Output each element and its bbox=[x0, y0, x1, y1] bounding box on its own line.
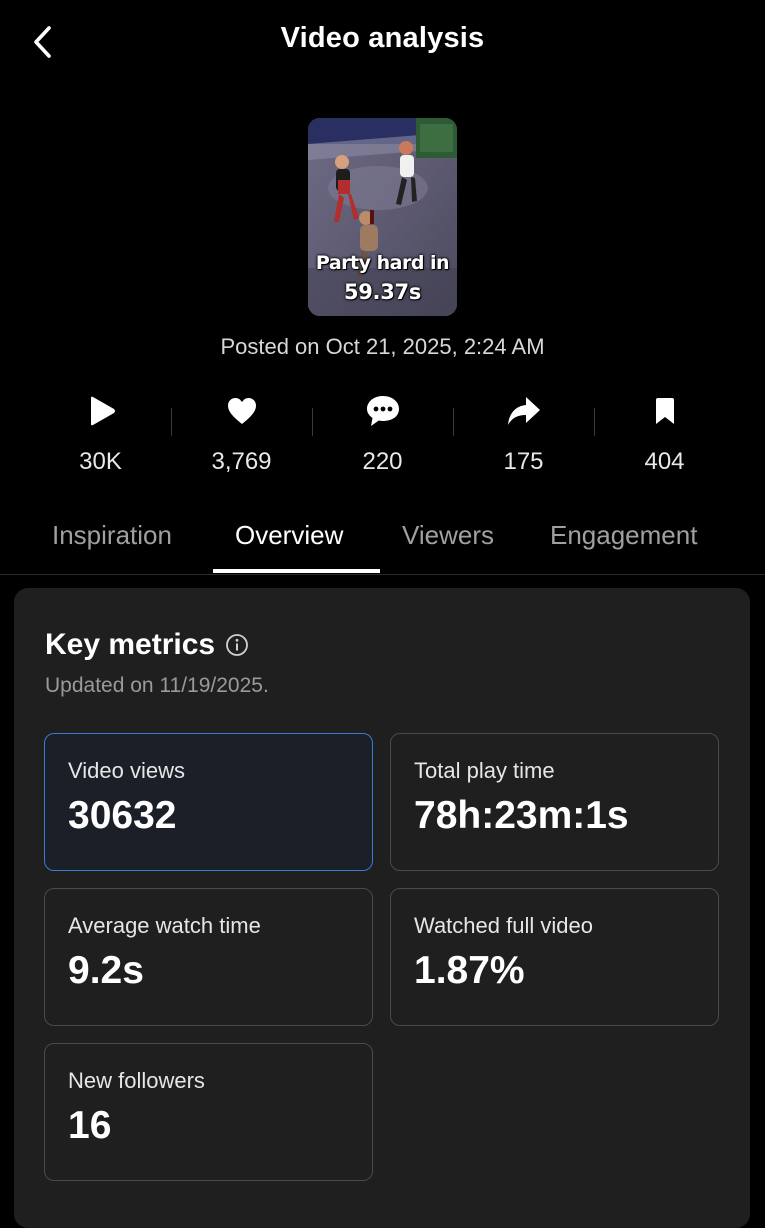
stat-value: 220 bbox=[362, 448, 403, 475]
tab-inspiration[interactable]: Inspiration bbox=[52, 520, 172, 551]
metric-video-views[interactable]: Video views 30632 bbox=[44, 733, 373, 871]
tab-engagement[interactable]: Engagement bbox=[550, 520, 697, 551]
stat-value: 175 bbox=[503, 448, 544, 475]
metric-watched-full-video[interactable]: Watched full video 1.87% bbox=[390, 888, 719, 1026]
metric-label: New followers bbox=[68, 1068, 205, 1093]
tab-overview[interactable]: Overview bbox=[235, 520, 343, 551]
stat-shares: 175 bbox=[453, 390, 594, 480]
stat-value: 30K bbox=[79, 448, 122, 475]
metric-new-followers[interactable]: New followers 16 bbox=[44, 1043, 373, 1181]
posted-date: Posted on Oct 21, 2025, 2:24 AM bbox=[220, 334, 545, 359]
stat-views: 30K bbox=[30, 390, 171, 480]
stats-row: 30K 3,769 220 175 404 bbox=[30, 390, 735, 480]
stat-likes: 3,769 bbox=[171, 390, 312, 480]
metric-value: 16 bbox=[68, 1104, 112, 1147]
heart-icon bbox=[227, 398, 256, 424]
metric-label: Video views bbox=[68, 758, 185, 783]
metric-average-watch-time[interactable]: Average watch time 9.2s bbox=[44, 888, 373, 1026]
stat-saves: 404 bbox=[594, 390, 735, 480]
metric-label: Watched full video bbox=[414, 913, 593, 938]
comment-icon bbox=[366, 396, 399, 426]
metric-value: 30632 bbox=[68, 794, 177, 837]
stat-value: 404 bbox=[644, 448, 685, 475]
updated-date: Updated on 11/19/2025. bbox=[45, 674, 269, 697]
key-metrics-card: Key metrics Updated on 11/19/2025. Video… bbox=[14, 588, 750, 1228]
metric-value: 9.2s bbox=[68, 949, 144, 992]
page-title: Video analysis bbox=[280, 22, 485, 54]
header: Video analysis bbox=[0, 0, 765, 84]
key-metrics-title: Key metrics bbox=[45, 628, 216, 661]
key-metrics-heading: Key metrics bbox=[45, 628, 249, 662]
stat-comments: 220 bbox=[312, 390, 453, 480]
stat-value: 3,769 bbox=[211, 448, 272, 475]
info-icon[interactable] bbox=[225, 633, 249, 657]
share-icon bbox=[507, 397, 540, 425]
active-tab-indicator bbox=[213, 569, 380, 573]
thumbnail-scene bbox=[308, 118, 457, 316]
metric-total-play-time[interactable]: Total play time 78h:23m:1s bbox=[390, 733, 719, 871]
metric-value: 1.87% bbox=[414, 949, 525, 992]
metric-value: 78h:23m:1s bbox=[414, 794, 629, 837]
bookmark-icon bbox=[655, 398, 674, 424]
tab-viewers[interactable]: Viewers bbox=[402, 520, 494, 551]
play-icon bbox=[90, 396, 115, 426]
tab-bar: Inspiration Overview Viewers Engagement bbox=[0, 510, 765, 575]
metric-label: Total play time bbox=[414, 758, 555, 783]
video-thumbnail[interactable]: Party hard in 59.37s bbox=[308, 118, 457, 316]
metric-label: Average watch time bbox=[68, 913, 261, 938]
